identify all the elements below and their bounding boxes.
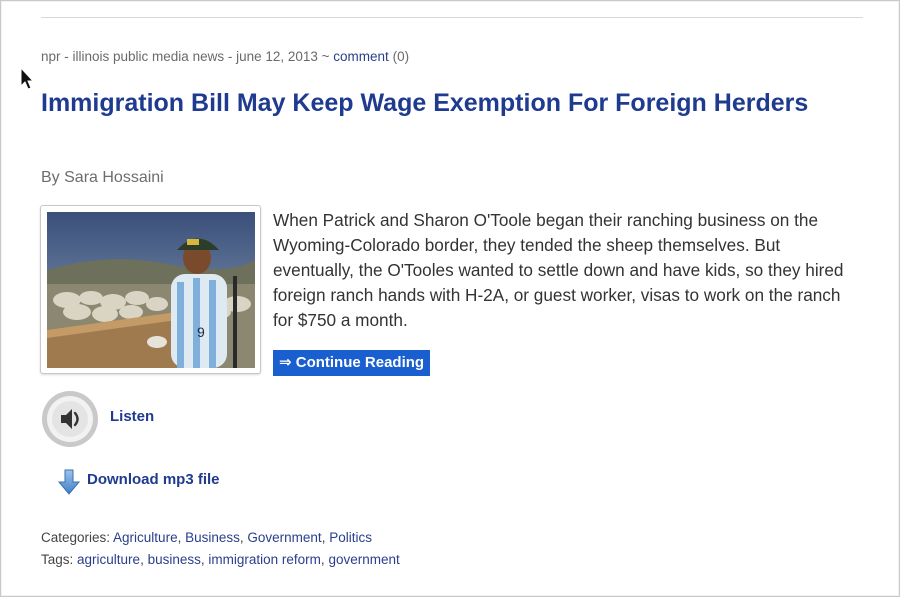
article-title[interactable]: Immigration Bill May Keep Wage Exemption… bbox=[41, 88, 821, 118]
speaker-icon[interactable] bbox=[41, 390, 99, 448]
source-date: npr - illinois public media news - june … bbox=[41, 49, 334, 64]
download-mp3-link[interactable]: Download mp3 file bbox=[87, 471, 220, 488]
tag-link[interactable]: government bbox=[328, 552, 399, 567]
article-excerpt: When Patrick and Sharon O'Toole began th… bbox=[273, 210, 844, 330]
comment-link[interactable]: comment bbox=[333, 49, 389, 64]
categories-line: Categories: Agriculture, Business, Gover… bbox=[41, 530, 372, 545]
tags-line: Tags: agriculture, business, immigration… bbox=[41, 552, 400, 567]
tags-label: Tags: bbox=[41, 552, 78, 567]
listen-link[interactable]: Listen bbox=[110, 408, 154, 425]
article-byline: By Sara Hossaini bbox=[41, 169, 164, 186]
category-link[interactable]: Government bbox=[247, 530, 321, 545]
mouse-pointer-icon bbox=[20, 67, 35, 90]
article-meta: npr - illinois public media news - june … bbox=[41, 49, 409, 64]
tag-link[interactable]: agriculture bbox=[77, 552, 140, 567]
svg-text:9: 9 bbox=[197, 324, 205, 340]
top-divider bbox=[41, 17, 863, 18]
herder-photo: 9 bbox=[47, 212, 255, 368]
article-thumbnail[interactable]: 9 bbox=[40, 205, 261, 374]
category-link[interactable]: Politics bbox=[329, 530, 372, 545]
tag-link[interactable]: business bbox=[148, 552, 201, 567]
category-link[interactable]: Agriculture bbox=[113, 530, 178, 545]
tag-link[interactable]: immigration reform bbox=[208, 552, 321, 567]
comment-count: (0) bbox=[392, 49, 410, 64]
continue-reading-button[interactable]: ⇒ Continue Reading bbox=[273, 350, 431, 376]
categories-label: Categories: bbox=[41, 530, 114, 545]
download-arrow-icon[interactable] bbox=[57, 468, 81, 496]
category-link[interactable]: Business bbox=[185, 530, 240, 545]
